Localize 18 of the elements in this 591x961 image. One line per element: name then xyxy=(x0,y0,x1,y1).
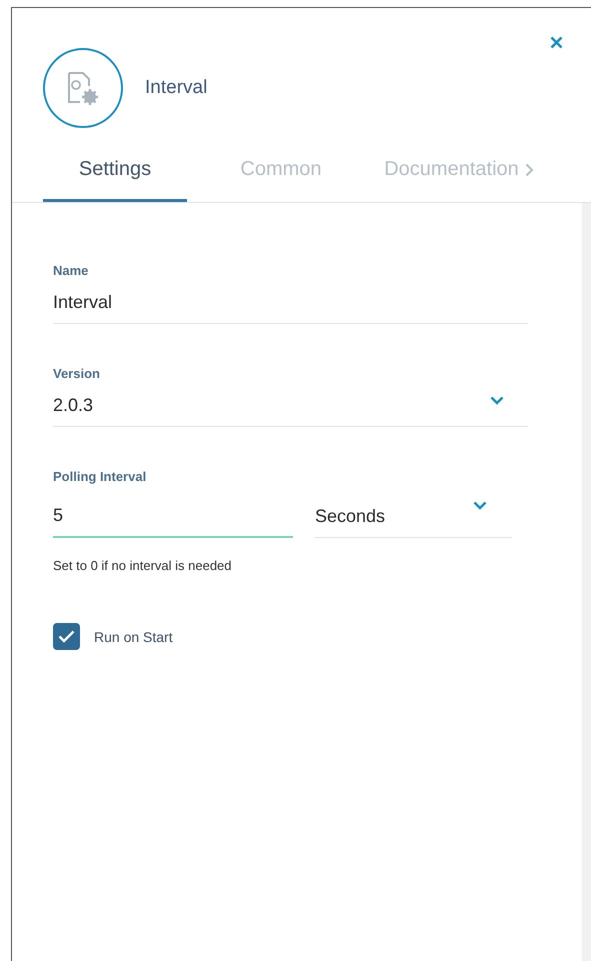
checkmark-icon xyxy=(58,630,75,643)
input-field[interactable]: Interval xyxy=(53,292,528,324)
chevron-down-icon[interactable] xyxy=(490,396,504,405)
close-icon xyxy=(550,36,563,49)
checkbox-label: Run on Start xyxy=(94,628,173,644)
chevron-down-icon[interactable] xyxy=(473,501,487,510)
document-gear-icon xyxy=(65,70,101,106)
field-label: Polling Interval xyxy=(53,469,148,484)
select-field[interactable]: Seconds xyxy=(315,498,512,538)
hint-text: Set to 0 if no interval is needed xyxy=(53,558,233,573)
chevron-right-icon xyxy=(524,162,534,176)
tab[interactable]: Settings xyxy=(43,148,187,202)
field-label: Name xyxy=(53,263,90,278)
input-field[interactable]: 5 xyxy=(53,505,293,538)
select-field[interactable]: 2.0.3 xyxy=(53,395,528,427)
checkbox[interactable] xyxy=(53,623,80,650)
node-title: Interval xyxy=(145,77,208,99)
field-label: Version xyxy=(53,366,101,381)
